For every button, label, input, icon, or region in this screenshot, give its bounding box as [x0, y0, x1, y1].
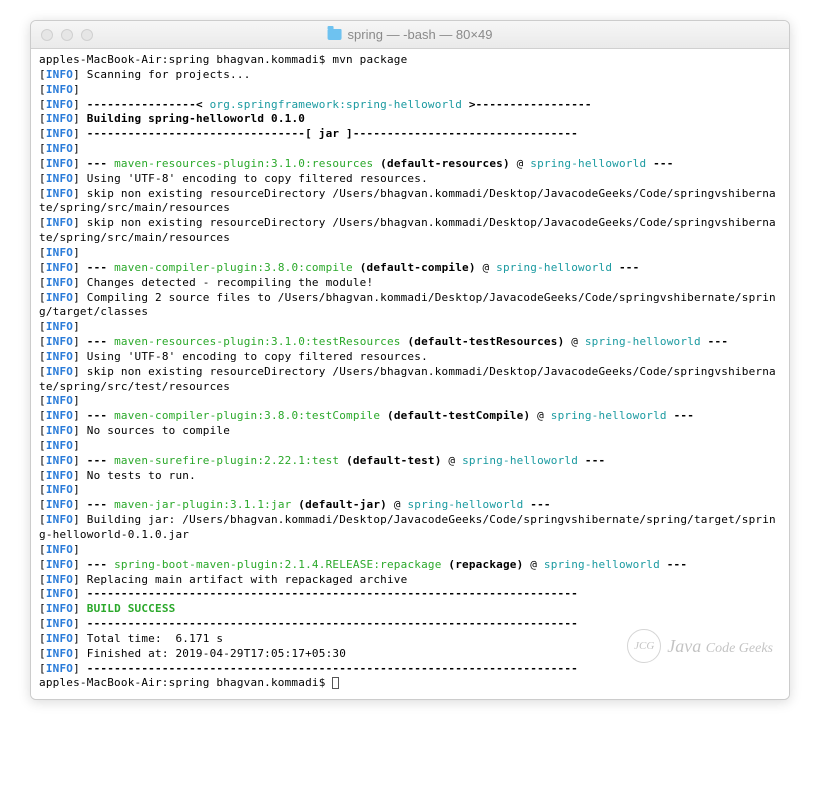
- log-line: [INFO] Total time: 6.171 s: [39, 632, 781, 647]
- log-line: [INFO] No sources to compile: [39, 424, 781, 439]
- log-level-info: INFO: [46, 276, 73, 289]
- log-level-info: INFO: [46, 469, 73, 482]
- log-line: [INFO] Using 'UTF-8' encoding to copy fi…: [39, 350, 781, 365]
- log-line: [INFO] Building spring-helloworld 0.1.0: [39, 112, 781, 127]
- log-level-info: INFO: [46, 216, 73, 229]
- log-level-info: INFO: [46, 261, 73, 274]
- log-level-info: INFO: [46, 647, 73, 660]
- window-title: spring — -bash — 80×49: [328, 27, 493, 42]
- log-level-info: INFO: [46, 112, 73, 125]
- log-line: [INFO] Changes detected - recompiling th…: [39, 276, 781, 291]
- log-level-info: INFO: [46, 662, 73, 675]
- log-line: [INFO] --- maven-compiler-plugin:3.8.0:c…: [39, 261, 781, 276]
- log-level-info: INFO: [46, 424, 73, 437]
- log-level-info: INFO: [46, 291, 73, 304]
- log-line: [INFO] Compiling 2 source files to /User…: [39, 291, 781, 321]
- log-line: [INFO]: [39, 394, 781, 409]
- log-line: [INFO]: [39, 543, 781, 558]
- minimize-button[interactable]: [61, 29, 73, 41]
- log-level-info: INFO: [46, 558, 73, 571]
- log-line: [INFO]: [39, 439, 781, 454]
- prompt-line: apples-MacBook-Air:spring bhagvan.kommad…: [39, 53, 781, 68]
- log-level-info: INFO: [46, 483, 73, 496]
- log-line: [INFO] --- maven-resources-plugin:3.1.0:…: [39, 335, 781, 350]
- log-line: [INFO] Using 'UTF-8' encoding to copy fi…: [39, 172, 781, 187]
- log-line: [INFO] --- maven-surefire-plugin:2.22.1:…: [39, 454, 781, 469]
- log-level-info: INFO: [46, 617, 73, 630]
- log-line: [INFO] ---------------------------------…: [39, 617, 781, 632]
- log-level-info: INFO: [46, 573, 73, 586]
- log-line: [INFO] ---------------------------------…: [39, 587, 781, 602]
- log-level-info: INFO: [46, 454, 73, 467]
- log-line: [INFO]: [39, 483, 781, 498]
- window-titlebar: spring — -bash — 80×49: [31, 21, 789, 49]
- log-level-info: INFO: [46, 587, 73, 600]
- log-line: [INFO] --------------------------------[…: [39, 127, 781, 142]
- log-level-info: INFO: [46, 335, 73, 348]
- prompt-line: apples-MacBook-Air:spring bhagvan.kommad…: [39, 676, 781, 691]
- log-level-info: INFO: [46, 98, 73, 111]
- log-line: [INFO]: [39, 142, 781, 157]
- log-line: [INFO] ---------------------------------…: [39, 662, 781, 677]
- log-level-info: INFO: [46, 157, 73, 170]
- window-title-text: spring — -bash — 80×49: [348, 27, 493, 42]
- log-line: [INFO]: [39, 320, 781, 335]
- log-line: [INFO] Replacing main artifact with repa…: [39, 573, 781, 588]
- log-line: [INFO] BUILD SUCCESS: [39, 602, 781, 617]
- log-level-info: INFO: [46, 498, 73, 511]
- log-level-info: INFO: [46, 409, 73, 422]
- log-line: [INFO] Finished at: 2019-04-29T17:05:17+…: [39, 647, 781, 662]
- log-line: [INFO]: [39, 246, 781, 261]
- close-button[interactable]: [41, 29, 53, 41]
- folder-icon: [328, 29, 342, 40]
- log-line: [INFO] skip non existing resourceDirecto…: [39, 216, 781, 246]
- log-level-info: INFO: [46, 632, 73, 645]
- log-level-info: INFO: [46, 439, 73, 452]
- log-level-info: INFO: [46, 365, 73, 378]
- terminal-window: spring — -bash — 80×49 apples-MacBook-Ai…: [30, 20, 790, 700]
- log-line: [INFO] --- maven-jar-plugin:3.1.1:jar (d…: [39, 498, 781, 513]
- log-line: [INFO] --- maven-compiler-plugin:3.8.0:t…: [39, 409, 781, 424]
- log-line: [INFO] Scanning for projects...: [39, 68, 781, 83]
- log-level-info: INFO: [46, 602, 73, 615]
- log-level-info: INFO: [46, 187, 73, 200]
- log-line: [INFO] ----------------< org.springframe…: [39, 98, 781, 113]
- cursor: [332, 677, 339, 689]
- log-line: [INFO] Building jar: /Users/bhagvan.komm…: [39, 513, 781, 543]
- log-level-info: INFO: [46, 83, 73, 96]
- terminal-content[interactable]: apples-MacBook-Air:spring bhagvan.kommad…: [31, 49, 789, 699]
- log-line: [INFO] --- maven-resources-plugin:3.1.0:…: [39, 157, 781, 172]
- traffic-lights: [41, 29, 93, 41]
- log-level-info: INFO: [46, 350, 73, 363]
- log-level-info: INFO: [46, 394, 73, 407]
- log-level-info: INFO: [46, 172, 73, 185]
- log-line: [INFO] --- spring-boot-maven-plugin:2.1.…: [39, 558, 781, 573]
- log-level-info: INFO: [46, 513, 73, 526]
- log-level-info: INFO: [46, 68, 73, 81]
- log-line: [INFO]: [39, 83, 781, 98]
- log-line: [INFO] skip non existing resourceDirecto…: [39, 365, 781, 395]
- zoom-button[interactable]: [81, 29, 93, 41]
- log-level-info: INFO: [46, 127, 73, 140]
- log-level-info: INFO: [46, 246, 73, 259]
- log-level-info: INFO: [46, 543, 73, 556]
- log-level-info: INFO: [46, 320, 73, 333]
- log-level-info: INFO: [46, 142, 73, 155]
- log-line: [INFO] skip non existing resourceDirecto…: [39, 187, 781, 217]
- log-line: [INFO] No tests to run.: [39, 469, 781, 484]
